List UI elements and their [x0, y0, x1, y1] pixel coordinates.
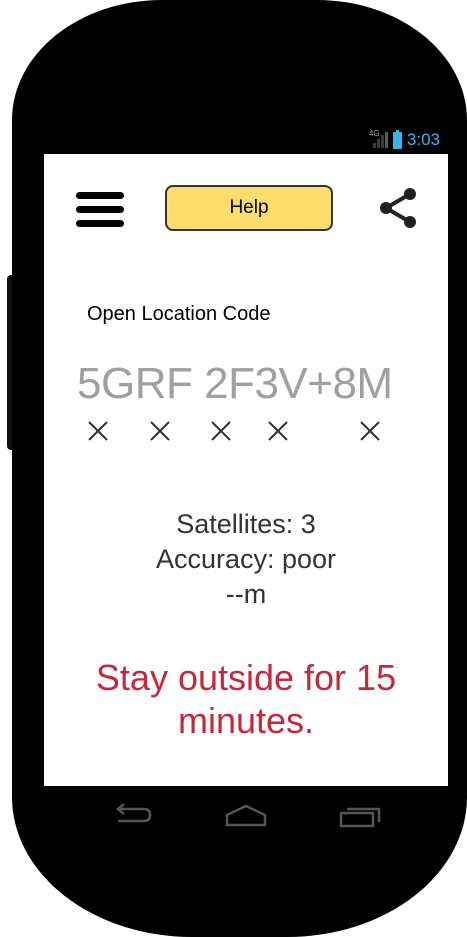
olc-label: Open Location Code	[87, 303, 271, 325]
signal-icon: 4G	[369, 129, 388, 148]
help-button[interactable]: Help	[165, 185, 333, 231]
hamburger-menu-icon[interactable]	[76, 190, 126, 228]
digit-remove-icon-3[interactable]	[210, 420, 232, 442]
digit-remove-icon-2[interactable]	[149, 420, 171, 442]
distance-text: --m	[225, 579, 267, 609]
network-type-label: 4G	[368, 129, 380, 138]
digit-remove-icon-4[interactable]	[267, 420, 289, 442]
stay-outside-warning: Stay outside for 15 minutes.	[95, 657, 397, 741]
recent-apps-icon[interactable]	[338, 801, 382, 829]
app-screen: Help Open Location Code 5GRF 2F3V+8M Sat…	[44, 154, 448, 786]
navigation-bar	[44, 786, 448, 846]
share-icon[interactable]	[377, 187, 419, 229]
clock: 3:03	[406, 130, 440, 149]
digit-remove-icon-5[interactable]	[359, 420, 381, 442]
location-code-area: 5GRF	[77, 359, 193, 408]
accuracy-text: Accuracy: poor	[155, 544, 337, 574]
home-icon[interactable]	[224, 801, 268, 829]
satellites-text: Satellites: 3	[176, 509, 316, 539]
location-code: 5GRF 2F3V+8M	[77, 359, 393, 409]
battery-icon	[392, 129, 402, 149]
location-code-local: 2F3V+8M	[204, 359, 393, 408]
back-icon[interactable]	[110, 801, 154, 829]
digit-remove-icon-1[interactable]	[87, 420, 109, 442]
status-bar: 4G 3:03	[44, 126, 448, 154]
